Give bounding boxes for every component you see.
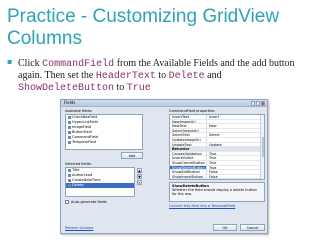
code-commandfield: CommandField [42,59,115,70]
remove-field-icon[interactable]: ✕ [137,180,142,185]
property-value[interactable]: False [206,170,261,174]
slide-title: Practice - Customizing GridView Columns [7,6,280,49]
field-type-icon [68,173,71,177]
maximize-icon[interactable] [256,101,260,106]
available-fields-tree[interactable]: CheckBoxField HyperLinkField ImageField But… [65,114,143,150]
bullet-text-part: and [204,70,222,81]
property-value[interactable]: Update [206,142,261,147]
property-name: UpdateImageUrl [172,137,201,142]
property-value[interactable]: True [206,160,261,165]
available-field-item[interactable]: TemplateField [66,140,142,145]
property-value[interactable]: False [206,174,261,179]
move-down-icon[interactable]: ▼ [137,174,142,179]
property-name: Behavior [172,147,190,151]
property-description: ShowDeleteButton Whether the field shoul… [169,182,265,202]
code-headertext: HeaderText [95,71,156,82]
property-name: InsertText [172,115,190,119]
ok-button[interactable]: OK [213,224,237,231]
add-button[interactable]: Add [121,152,143,159]
property-name: NewText [172,124,187,128]
auto-generate-checkbox[interactable] [65,200,69,204]
available-field-label: CommandField [72,135,99,139]
code-true: True [126,83,151,94]
bullet-item: ▪ Click CommandField from the Available … [7,57,313,95]
property-name: CausesValidation [172,151,202,156]
property-scrollbar[interactable] [260,115,264,179]
field-type-icon [68,183,71,187]
property-value[interactable]: True [206,165,261,170]
move-up-icon[interactable]: ▲ [137,168,142,173]
property-grid[interactable]: InsertText Insert NewImageUrl NewText New Sel… [169,114,265,180]
code-delete: Delete [168,71,205,82]
description-text: Whether the field should display a delet… [172,188,257,196]
selected-field-label: CreateDateTime [72,178,101,182]
field-type-icon [68,120,71,124]
dialog-titlebar: Fields [61,100,267,107]
field-type-icon [68,135,71,139]
field-type-icon [68,168,71,172]
available-fields-label: Available fields: [65,109,93,113]
property-value[interactable]: Select [206,133,261,137]
property-name: InsertVisible [172,156,194,160]
property-value[interactable] [206,147,261,151]
selected-field-label: Delete [72,183,84,187]
field-type-icon [68,125,71,129]
scrollbar-thumb[interactable] [261,137,264,157]
property-name: NewImageUrl [172,119,196,124]
available-field-label: HyperLinkField [72,120,98,124]
fields-dialog: Fields Available fields: CheckBoxField Hy… [60,99,268,234]
property-grid-rows: InsertText Insert NewImageUrl NewText New Sel… [170,115,261,179]
properties-label: CommandField properties: [169,109,216,113]
bullet-text-part: Click [18,58,43,69]
minimize-icon[interactable] [251,101,255,106]
selected-field-label: Title [72,168,80,172]
refresh-schema-link[interactable]: Refresh Schema [65,226,93,230]
available-field-label: TemplateField [72,140,97,144]
bullet-text-part: to [114,82,127,93]
property-value[interactable]: Insert [206,115,261,119]
property-row[interactable]: ShowInsertButton False [170,174,261,179]
close-icon[interactable] [261,101,265,106]
code-showdeletebutton: ShowDeleteButton [18,83,115,94]
property-value[interactable]: True [206,151,261,156]
dialog-title: Fields [64,100,76,105]
selected-field-item[interactable]: Delete [66,183,134,188]
property-value[interactable] [206,119,261,124]
property-name: ShowCancelButton [172,160,206,165]
field-type-icon [68,178,71,182]
property-value[interactable] [206,128,261,133]
property-value[interactable]: New [206,124,261,128]
property-name: ShowInsertButton [172,174,204,179]
available-field-label: ButtonField [72,130,92,134]
bullet-text: Click CommandField from the Available Fi… [18,58,313,94]
field-type-icon [68,115,71,119]
property-name: SelectText [172,133,190,137]
selected-fields-label: Selected fields: [65,162,92,166]
available-field-label: CheckBoxField [72,115,98,119]
bullet-marker-icon: ▪ [7,57,13,66]
auto-generate-label: Auto-generate fields [71,200,107,204]
property-name: UpdateText [172,142,192,147]
property-name: ShowDeleteButton [170,165,206,170]
field-type-icon [68,130,71,134]
property-value[interactable] [206,137,261,142]
available-field-label: ImageField [72,125,92,129]
convert-templatefield-link[interactable]: Convert this field into a TemplateField [169,204,235,208]
window-controls [251,101,265,106]
property-name: ShowEditButton [172,170,200,174]
field-type-icon [68,140,71,144]
selected-fields-list[interactable]: Title AuthorLead CreateDateTime Delete [65,167,135,197]
property-value[interactable]: True [206,156,261,160]
selected-field-label: AuthorLead [72,173,93,177]
cancel-button[interactable]: Cancel [240,224,265,231]
bullet-text-part: to [155,70,169,81]
property-name: SelectImageUrl [172,128,199,133]
